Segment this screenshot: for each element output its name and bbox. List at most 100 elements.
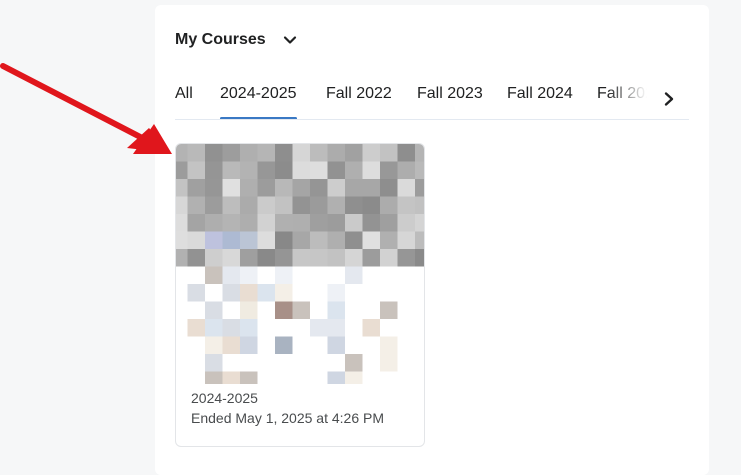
thumbnail-pixel <box>362 354 381 372</box>
thumbnail-pixel <box>257 249 276 267</box>
thumbnail-pixel <box>187 161 206 180</box>
thumbnail-pixel <box>397 179 416 197</box>
thumbnail-pixel <box>362 161 381 180</box>
thumbnail-pixel <box>362 301 381 320</box>
thumbnail-pixel <box>345 144 363 162</box>
thumbnail-pixel <box>222 371 241 384</box>
thumbnail-pixel <box>415 266 424 285</box>
thumbnail-pixel <box>327 214 346 232</box>
thumbnail-pixel <box>240 301 258 320</box>
thumbnail-pixel <box>187 196 206 215</box>
thumbnail-pixel <box>310 319 328 337</box>
thumbnail-pixel <box>415 231 424 250</box>
thumbnail-pixel <box>292 231 311 250</box>
thumbnail-pixel <box>327 196 346 215</box>
thumbnail-pixel <box>310 266 328 285</box>
tab-fall-2023[interactable]: Fall 2023 <box>417 85 483 119</box>
thumbnail-pixel <box>362 371 381 384</box>
thumbnail-pixel <box>415 284 424 302</box>
thumbnail-pixel <box>176 371 188 384</box>
thumbnail-pixel <box>176 179 188 197</box>
thumbnail-pixel <box>397 214 416 232</box>
thumbnail-pixel <box>380 249 398 267</box>
thumbnail-pixel <box>397 161 416 180</box>
thumbnail-pixel <box>275 354 293 372</box>
thumbnail-pixel <box>187 301 206 320</box>
thumbnail-pixel <box>240 336 258 355</box>
thumbnail-pixel <box>345 371 363 384</box>
thumbnail-pixel <box>187 354 206 372</box>
chevron-down-icon[interactable] <box>282 32 298 48</box>
thumbnail-pixel <box>345 196 363 215</box>
thumbnail-pixel <box>275 371 293 384</box>
thumbnail-pixel <box>240 249 258 267</box>
tab-fall-2022[interactable]: Fall 2022 <box>326 85 392 119</box>
thumbnail-pixel <box>275 284 293 302</box>
thumbnail-pixel <box>187 231 206 250</box>
thumbnail-pixel <box>345 214 363 232</box>
thumbnail-pixel <box>275 266 293 285</box>
thumbnail-pixel <box>310 284 328 302</box>
thumbnail-pixel <box>327 354 346 372</box>
thumbnail-pixel <box>380 354 398 372</box>
tabs-next-button[interactable] <box>657 87 681 111</box>
thumbnail-pixel <box>327 301 346 320</box>
thumbnail-pixel <box>205 196 223 215</box>
thumbnail-pixel <box>205 249 223 267</box>
thumbnail-pixel <box>415 336 424 355</box>
thumbnail-pixel <box>257 319 276 337</box>
thumbnail-pixel <box>310 179 328 197</box>
thumbnail-pixel <box>257 196 276 215</box>
thumbnail-pixel <box>240 196 258 215</box>
thumbnail-pixel <box>292 179 311 197</box>
tab-all[interactable]: All <box>175 85 193 119</box>
thumbnail-pixel <box>292 354 311 372</box>
thumbnail-pixel <box>380 144 398 162</box>
thumbnail-pixel <box>257 179 276 197</box>
thumbnail-pixel <box>257 371 276 384</box>
thumbnail-pixel <box>292 161 311 180</box>
tab-fall-2024[interactable]: Fall 2024 <box>507 85 573 119</box>
thumbnail-pixel <box>240 319 258 337</box>
thumbnail-pixel <box>362 284 381 302</box>
thumbnail-pixel <box>275 231 293 250</box>
thumbnail-pixel <box>222 144 241 162</box>
thumbnail-pixel <box>310 354 328 372</box>
thumbnail-pixel <box>257 336 276 355</box>
thumbnail-pixel <box>362 266 381 285</box>
thumbnail-pixel <box>205 266 223 285</box>
thumbnail-pixel <box>257 301 276 320</box>
thumbnail-pixel <box>240 354 258 372</box>
thumbnail-pixel <box>187 144 206 162</box>
thumbnail-pixel <box>292 266 311 285</box>
thumbnail-pixel <box>380 301 398 320</box>
thumbnail-pixel <box>292 284 311 302</box>
tab-2024-2025[interactable]: 2024-2025 <box>220 85 297 119</box>
thumbnail-pixel <box>205 301 223 320</box>
thumbnail-pixel <box>257 144 276 162</box>
thumbnail-pixel <box>205 214 223 232</box>
thumbnail-pixel <box>345 354 363 372</box>
thumbnail-pixel <box>240 231 258 250</box>
thumbnail-pixel <box>205 231 223 250</box>
course-card-meta: 2024-2025 Ended May 1, 2025 at 4:26 PM <box>191 388 384 428</box>
thumbnail-pixel <box>327 179 346 197</box>
thumbnail-pixel <box>397 371 416 384</box>
thumbnail-pixel <box>257 354 276 372</box>
thumbnail-pixel <box>327 336 346 355</box>
thumbnail-pixel <box>222 336 241 355</box>
thumbnail-pixel <box>222 284 241 302</box>
thumbnail-pixel <box>397 336 416 355</box>
thumbnail-pixel <box>275 249 293 267</box>
thumbnail-pixel <box>240 284 258 302</box>
thumbnail-pixel <box>222 214 241 232</box>
thumbnail-pixel <box>205 371 223 384</box>
thumbnail-pixel <box>345 319 363 337</box>
term-tabs: All 2024-2025 Fall 2022 Fall 2023 Fall 2… <box>175 75 689 120</box>
thumbnail-pixel <box>187 179 206 197</box>
thumbnail-pixel <box>257 214 276 232</box>
thumbnail-pixel <box>222 266 241 285</box>
course-card[interactable]: 2024-2025 Ended May 1, 2025 at 4:26 PM <box>175 143 425 447</box>
thumbnail-pixel <box>176 319 188 337</box>
thumbnail-pixel <box>415 144 424 162</box>
